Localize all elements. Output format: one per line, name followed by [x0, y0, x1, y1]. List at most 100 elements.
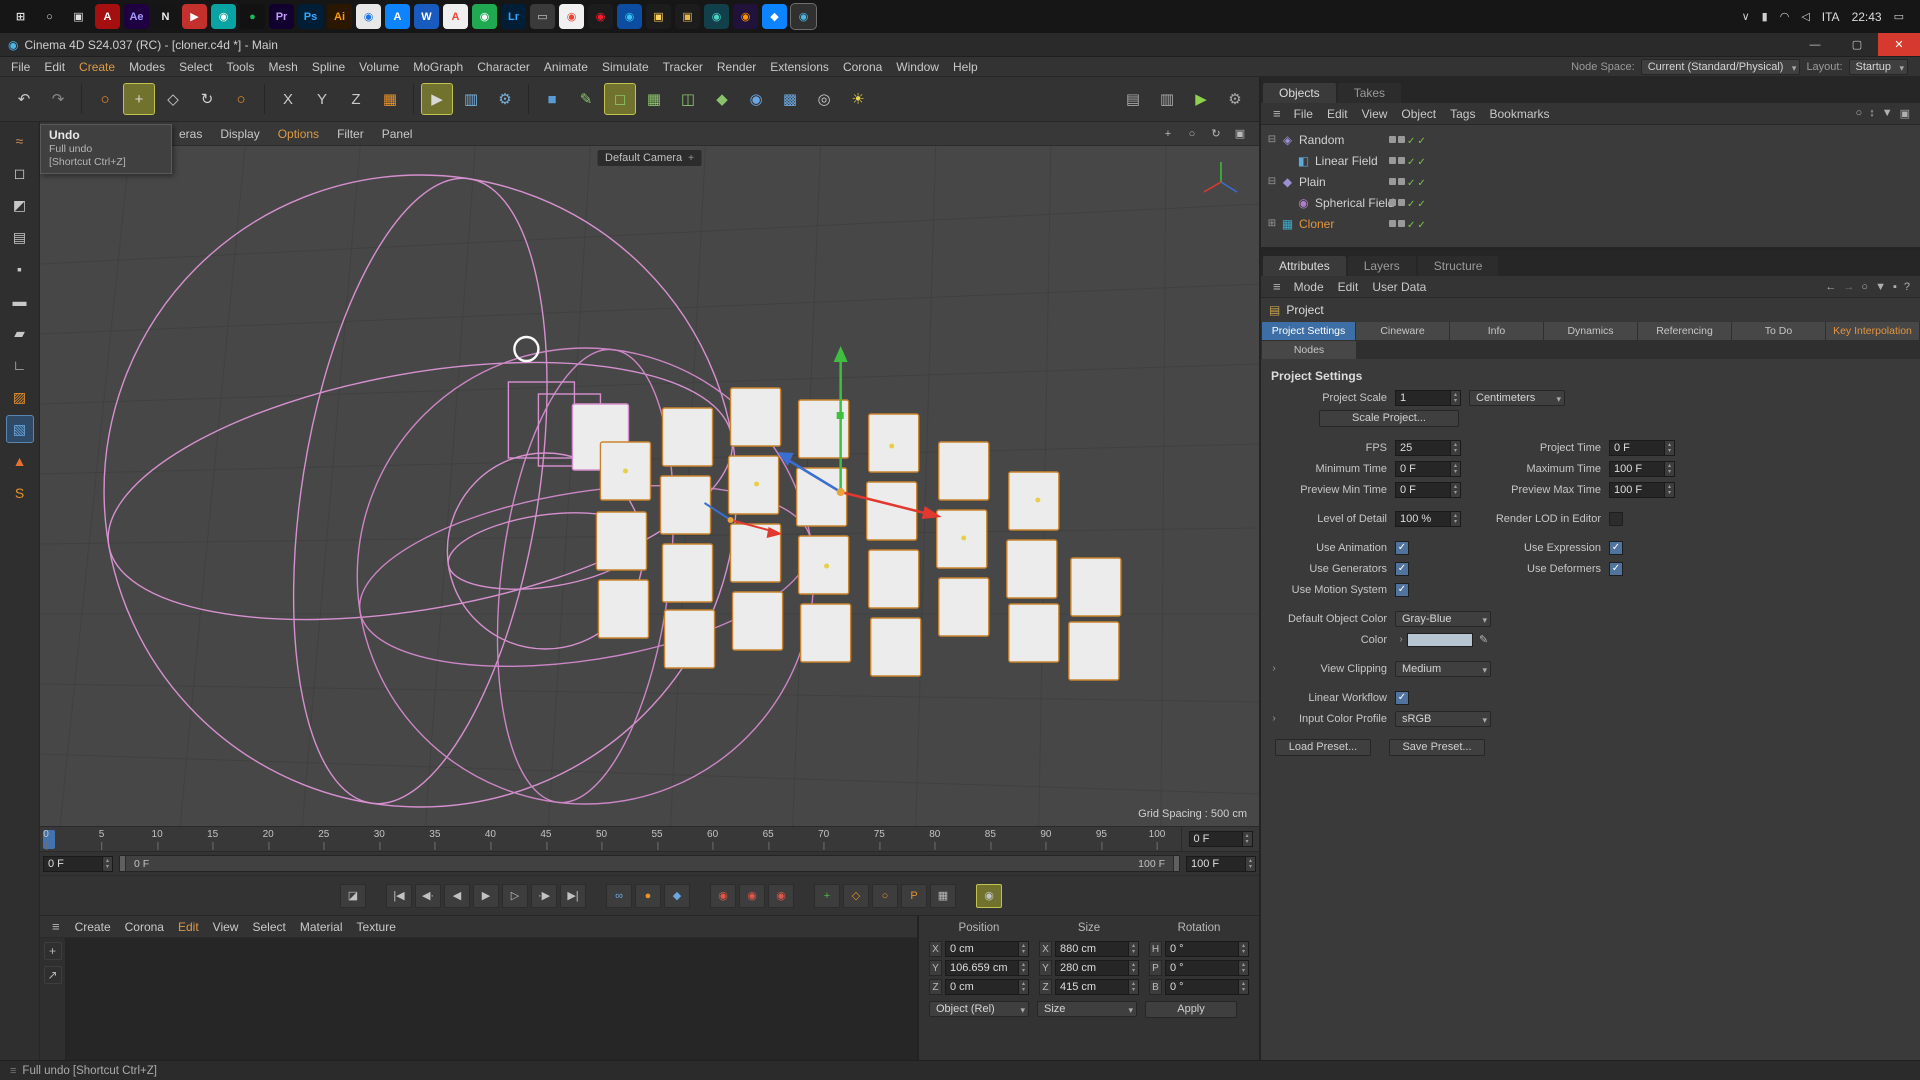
firefox-icon[interactable]: ◉ — [733, 4, 758, 29]
add-material-icon[interactable]: + — [44, 942, 62, 960]
y-axis-lock-icon[interactable]: Y — [306, 83, 338, 115]
expand-toggle-icon[interactable]: ⊟ — [1265, 176, 1279, 187]
spinner[interactable] — [1450, 483, 1460, 497]
menu-item[interactable]: Animate — [537, 60, 595, 74]
panel-tab[interactable]: Takes — [1338, 83, 1401, 103]
spinner[interactable] — [1238, 961, 1248, 975]
coordinate-system-icon[interactable]: ▦ — [374, 83, 406, 115]
interactive-render-icon[interactable]: ▤ — [1117, 83, 1149, 115]
edge-icon[interactable]: ◉ — [617, 4, 642, 29]
scale-project-button[interactable]: Scale Project... — [1319, 410, 1459, 427]
render-visibility-dot[interactable] — [1398, 199, 1405, 206]
spinner[interactable] — [1018, 980, 1028, 994]
enabled-check-icon[interactable] — [1407, 175, 1415, 189]
photoshop-icon[interactable]: Ps — [298, 4, 323, 29]
light-icon[interactable]: ☀ — [842, 83, 874, 115]
maximize-button[interactable]: ▢ — [1836, 33, 1878, 56]
range-start-grip[interactable] — [120, 856, 126, 871]
search-icon[interactable]: ○ — [1861, 281, 1868, 293]
camera-move-icon[interactable]: + — [688, 153, 694, 164]
acrobat-icon[interactable]: A — [95, 4, 120, 29]
help-icon[interactable]: ? — [1904, 281, 1910, 293]
spinner[interactable] — [1128, 942, 1138, 956]
range-end-grip[interactable] — [1173, 856, 1179, 871]
preview-range-bar[interactable]: 0 F 100 F — [119, 855, 1180, 872]
menu-item[interactable]: Window — [889, 60, 946, 74]
teams-icon[interactable]: ◉ — [704, 4, 729, 29]
menu-item[interactable]: Modes — [122, 60, 172, 74]
material-menu-item[interactable]: Texture — [350, 920, 403, 934]
key-pla-icon[interactable]: ▦ — [930, 884, 956, 908]
objects-menu-item[interactable]: Bookmarks — [1482, 107, 1556, 121]
input-color-profile-dropdown[interactable]: sRGB — [1395, 711, 1491, 727]
play-icon[interactable]: ▶ — [473, 884, 499, 908]
save-preset-button[interactable]: Save Preset... — [1389, 739, 1485, 756]
load-preset-button[interactable]: Load Preset... — [1275, 739, 1371, 756]
objects-menu-item[interactable]: Edit — [1320, 107, 1355, 121]
sort-icon[interactable]: ↕ — [1869, 107, 1875, 120]
editor-visibility-dot[interactable] — [1389, 199, 1396, 206]
back-icon[interactable]: ← — [1825, 281, 1836, 293]
material-menu-item[interactable]: View — [206, 920, 246, 934]
view-clipping-dropdown[interactable]: Medium — [1395, 661, 1491, 677]
attribute-tab[interactable]: Project Settings — [1262, 322, 1355, 340]
prev-key-icon[interactable]: ◀· — [415, 884, 441, 908]
attribute-tab[interactable]: Referencing — [1638, 322, 1731, 340]
attributes-menu-item[interactable]: User Data — [1365, 280, 1433, 294]
viewport-menu-item[interactable]: Panel — [373, 127, 422, 141]
rotation-h-field[interactable]: 0 ° — [1165, 941, 1249, 957]
preview-min-time-field[interactable]: 0 F — [1395, 482, 1461, 498]
appstore-icon[interactable]: A — [385, 4, 410, 29]
autokeying-icon[interactable]: ◉ — [739, 884, 765, 908]
linear-workflow-checkbox[interactable] — [1395, 691, 1409, 705]
editor-visibility-dot[interactable] — [1389, 220, 1396, 227]
object-name[interactable]: Linear Field — [1315, 154, 1378, 168]
current-frame-field[interactable]: 0 F — [1189, 831, 1253, 847]
use-expression-checkbox[interactable] — [1609, 541, 1623, 555]
attributes-menu-item[interactable]: Edit — [1331, 280, 1366, 294]
camera-badge[interactable]: Default Camera + — [597, 150, 702, 166]
preview-max-time-field[interactable]: 100 F — [1609, 482, 1675, 498]
field-icon[interactable]: ◉ — [740, 83, 772, 115]
position-x-field[interactable]: 0 cm — [945, 941, 1029, 957]
tree-item-random[interactable]: ⊟ ◈ Random — [1261, 129, 1920, 150]
object-name[interactable]: Cloner — [1299, 217, 1334, 231]
spinner[interactable] — [1128, 980, 1138, 994]
render-settings-icon[interactable]: ⚙ — [489, 83, 521, 115]
use-motion-system-checkbox[interactable] — [1395, 583, 1409, 597]
enabled-check-icon[interactable] — [1407, 154, 1415, 168]
minimum-time-field[interactable]: 0 F — [1395, 461, 1461, 477]
attribute-tab[interactable]: Dynamics — [1544, 322, 1637, 340]
spinner[interactable] — [1664, 462, 1674, 476]
rotation-p-field[interactable]: 0 ° — [1165, 960, 1249, 976]
enabled-check-icon[interactable] — [1417, 196, 1425, 210]
attribute-tab[interactable]: Cineware — [1356, 322, 1449, 340]
generator-symmetry-icon[interactable]: ◫ — [672, 83, 704, 115]
attribute-tab[interactable]: Info — [1450, 322, 1543, 340]
rotation-b-field[interactable]: 0 ° — [1165, 979, 1249, 995]
viewport-canvas[interactable] — [40, 146, 1259, 826]
panel-tab[interactable]: Objects — [1263, 83, 1336, 103]
subdivision-surface-icon[interactable]: ◻ — [604, 83, 636, 115]
expand-icon[interactable]: › — [1267, 713, 1281, 724]
undo-icon[interactable]: ↶ — [8, 83, 40, 115]
prev-frame-icon[interactable]: ◀ — [444, 884, 470, 908]
menu-item[interactable]: Extensions — [763, 60, 836, 74]
panel-tab[interactable]: Structure — [1418, 256, 1499, 276]
deformer-icon[interactable]: ◆ — [706, 83, 738, 115]
enabled-check-icon[interactable] — [1407, 196, 1415, 210]
key-scale-icon[interactable]: ◇ — [843, 884, 869, 908]
object-name[interactable]: Plain — [1299, 175, 1326, 189]
lightroom-icon[interactable]: Lr — [501, 4, 526, 29]
material-menu-item[interactable]: Corona — [118, 920, 171, 934]
spinner[interactable] — [102, 857, 112, 871]
polygons-mode-icon[interactable]: ▰ — [6, 319, 34, 347]
render-view-icon[interactable]: ▶ — [421, 83, 453, 115]
goto-end-icon[interactable]: ▶| — [560, 884, 586, 908]
size-y-field[interactable]: 280 cm — [1055, 960, 1139, 976]
mograph-icon[interactable]: ▩ — [774, 83, 806, 115]
use-deformers-checkbox[interactable] — [1609, 562, 1623, 576]
viewport-menu-item[interactable]: eras — [170, 127, 211, 141]
camera-icon[interactable]: ◎ — [808, 83, 840, 115]
node-space-dropdown[interactable]: Current (Standard/Physical) — [1641, 59, 1801, 75]
